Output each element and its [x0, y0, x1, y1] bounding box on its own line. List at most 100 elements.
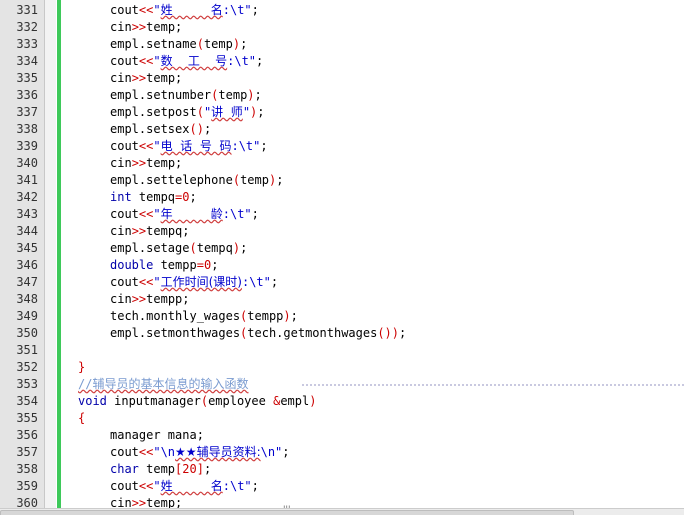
- code-token: <<: [138, 275, 154, 289]
- line-number: 358: [16, 462, 38, 476]
- code-line[interactable]: 342 int tempq=0;: [0, 189, 684, 206]
- code-text: int tempq=0;: [78, 189, 197, 206]
- code-line[interactable]: 341 empl.settelephone(temp);: [0, 172, 684, 189]
- code-line[interactable]: 356 manager mana;: [0, 427, 684, 444]
- code-line[interactable]: 347 cout<<"工作时间(课时):\t";: [0, 274, 684, 291]
- code-line[interactable]: 335 cin>>temp;: [0, 70, 684, 87]
- code-token: //辅导员的基本信息的输入函数: [78, 377, 249, 391]
- code-line[interactable]: 355 {: [0, 410, 684, 427]
- code-token: ;: [399, 326, 407, 340]
- code-token: <<: [138, 207, 154, 221]
- code-token: ;: [251, 3, 259, 17]
- code-token: ;: [282, 445, 290, 459]
- code-token: 工作时间(课时): [160, 275, 242, 289]
- code-token: 讲 师: [211, 105, 243, 119]
- code-line[interactable]: 354 void inputmanager(employee &empl): [0, 393, 684, 410]
- code-token: ;: [211, 258, 219, 272]
- code-line[interactable]: 334 cout<<"数 工 号:\t";: [0, 53, 684, 70]
- code-editor[interactable]: 331 cout<<"姓 名:\t"; 332 cin>>temp; 333 empl.s…: [0, 0, 684, 515]
- code-token: temp: [240, 173, 269, 187]
- code-line[interactable]: 345 empl.setage(tempq);: [0, 240, 684, 257]
- code-line[interactable]: 344 cin>>tempq;: [0, 223, 684, 240]
- code-token: ;: [189, 190, 197, 204]
- code-token: tempp: [153, 258, 197, 272]
- code-text: cout<<"工作时间(课时):\t";: [78, 274, 278, 291]
- code-token: 0: [182, 190, 190, 204]
- line-number: 333: [16, 37, 38, 51]
- code-line[interactable]: 358 char temp[20];: [0, 461, 684, 478]
- code-text: empl.setnumber(temp);: [78, 87, 262, 104]
- code-text: cin>>temp;: [78, 19, 182, 36]
- code-token: :\t": [231, 139, 261, 153]
- code-line[interactable]: 333 empl.setname(temp);: [0, 36, 684, 53]
- code-token: (: [196, 37, 204, 51]
- code-text: cout<<"年 龄:\t";: [78, 206, 259, 223]
- code-text: cout<<"姓 名:\t";: [78, 2, 259, 19]
- code-token: tempq: [131, 190, 176, 204]
- line-number: 334: [16, 54, 38, 68]
- code-token: temp;: [146, 20, 183, 34]
- line-number: 348: [16, 292, 38, 306]
- code-line[interactable]: 359 cout<<"姓 名:\t";: [0, 478, 684, 495]
- code-line[interactable]: 339 cout<<"电 话 号 码:\t";: [0, 138, 684, 155]
- line-number: 357: [16, 445, 38, 459]
- code-line[interactable]: 332 cin>>temp;: [0, 19, 684, 36]
- code-token: employee: [208, 394, 274, 408]
- code-token: :\t": [222, 3, 252, 17]
- code-line[interactable]: 352}: [0, 359, 684, 376]
- code-token: cout: [110, 275, 139, 289]
- code-line[interactable]: 343 cout<<"年 龄:\t";: [0, 206, 684, 223]
- code-text: empl.setage(tempq);: [78, 240, 247, 257]
- code-token: ()): [377, 326, 400, 340]
- line-number: 340: [16, 156, 38, 170]
- code-token: tech.monthly_wages: [110, 309, 241, 323]
- code-token: empl.settelephone: [110, 173, 233, 187]
- code-line[interactable]: 336 empl.setnumber(temp);: [0, 87, 684, 104]
- code-token: ": [153, 479, 161, 493]
- code-token: ): [232, 241, 241, 255]
- code-token: ": [153, 54, 161, 68]
- code-line[interactable]: 353 //辅导员的基本信息的输入函数: [0, 376, 684, 393]
- code-line[interactable]: 331 cout<<"姓 名:\t";: [0, 2, 684, 19]
- code-token: ;: [240, 37, 248, 51]
- code-token: tempp: [247, 309, 284, 323]
- code-line[interactable]: 346 double tempp=0;: [0, 257, 684, 274]
- line-number: 343: [16, 207, 38, 221]
- code-line[interactable]: 340 cin>>temp;: [0, 155, 684, 172]
- code-line[interactable]: 350 empl.setmonthwages(tech.getmonthwages…: [0, 325, 684, 342]
- code-token: 数 工 号: [160, 54, 228, 68]
- line-number: 344: [16, 224, 38, 238]
- code-token: <<: [138, 3, 154, 17]
- line-number: 346: [16, 258, 38, 272]
- code-token: >>: [131, 292, 147, 306]
- code-token: cin: [110, 20, 132, 34]
- code-token: temp;: [146, 156, 183, 170]
- line-number: 353: [16, 377, 38, 391]
- code-line[interactable]: 348 cin>>tempp;: [0, 291, 684, 308]
- line-number: 354: [16, 394, 38, 408]
- code-token: 姓 名: [160, 479, 223, 493]
- code-token: <<: [138, 479, 154, 493]
- code-token: ;: [254, 88, 262, 102]
- code-token: ;: [256, 54, 264, 68]
- code-token: ★★辅导员资料:: [175, 445, 261, 459]
- code-line[interactable]: 349 tech.monthly_wages(tempp);: [0, 308, 684, 325]
- line-number: 341: [16, 173, 38, 187]
- code-line[interactable]: 351: [0, 342, 684, 359]
- code-token: ;: [203, 122, 212, 136]
- code-line[interactable]: 337 empl.setpost("讲 师");: [0, 104, 684, 121]
- code-token: ;: [240, 241, 248, 255]
- code-lines[interactable]: 331 cout<<"姓 名:\t"; 332 cin>>temp; 333 empl.s…: [0, 2, 684, 512]
- code-text: empl.setpost("讲 师");: [78, 104, 265, 121]
- line-number: 331: [16, 3, 38, 17]
- code-text: cin>>tempp;: [78, 291, 190, 308]
- code-token: char: [110, 462, 139, 476]
- line-number: 339: [16, 139, 38, 153]
- code-text: double tempp=0;: [78, 257, 218, 274]
- code-text: cout<<"电 话 号 码:\t";: [78, 138, 268, 155]
- code-token: void: [78, 394, 107, 408]
- code-token: cout: [110, 445, 139, 459]
- horizontal-scrollbar[interactable]: ''': [0, 505, 684, 515]
- code-line[interactable]: 357 cout<<"\n★★辅导员资料:\n";: [0, 444, 684, 461]
- code-line[interactable]: 338 empl.setsex();: [0, 121, 684, 138]
